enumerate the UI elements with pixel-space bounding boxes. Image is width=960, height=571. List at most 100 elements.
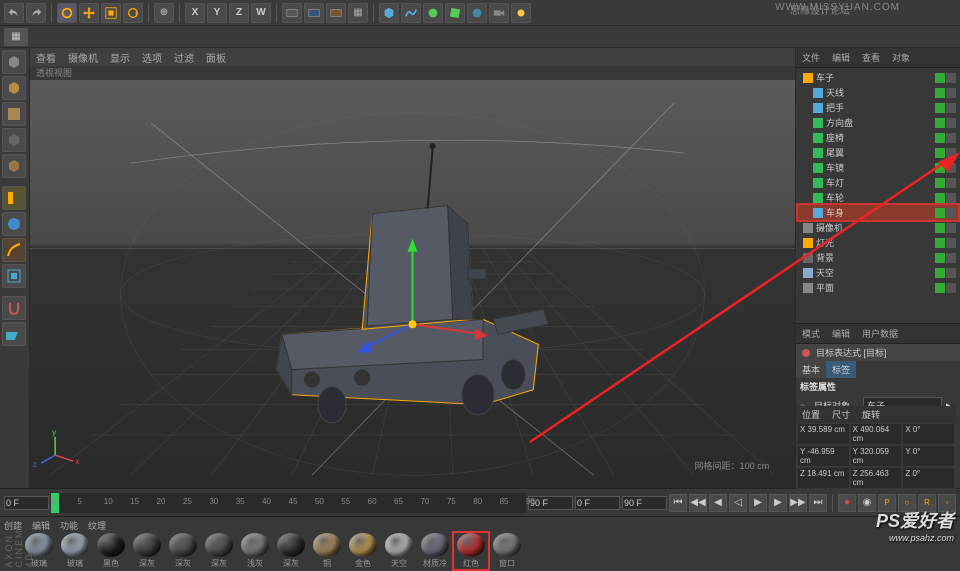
edit-tab[interactable]: 编辑 — [826, 48, 856, 67]
frame-start-input[interactable] — [575, 496, 620, 510]
material-ball[interactable]: 深灰 — [274, 533, 308, 569]
add-environment-button[interactable] — [467, 3, 487, 23]
coord-size-tab[interactable]: 尺寸 — [826, 406, 856, 423]
object-row[interactable]: 平面 — [798, 280, 958, 295]
model-mode-button[interactable] — [2, 76, 26, 100]
object-row[interactable]: 摄像机 — [798, 220, 958, 235]
coord-rot[interactable]: Y 0° — [903, 446, 954, 466]
play-back-button[interactable]: ◁ — [729, 494, 747, 512]
coord-system-button[interactable]: W — [251, 3, 271, 23]
render-region-button[interactable] — [304, 3, 324, 23]
attr-userdata-tab[interactable]: 用户数据 — [856, 324, 904, 343]
add-spline-button[interactable] — [401, 3, 421, 23]
view-menu[interactable]: 查看 — [36, 50, 56, 65]
live-select-button[interactable] — [57, 3, 77, 23]
scale-button[interactable] — [101, 3, 121, 23]
material-ball[interactable]: 金色 — [346, 533, 380, 569]
rotate-button[interactable] — [123, 3, 143, 23]
coord-rot-tab[interactable]: 旋转 — [856, 406, 886, 423]
axis-x-button[interactable]: X — [185, 3, 205, 23]
timeline-ruler[interactable]: 051015202530354045505560657075808590 — [51, 493, 526, 513]
add-generator-button[interactable] — [423, 3, 443, 23]
redo-button[interactable] — [26, 3, 46, 23]
workplane-button[interactable] — [2, 322, 26, 346]
attr-edit-tab[interactable]: 编辑 — [826, 324, 856, 343]
lock-button[interactable]: ⊕ — [154, 3, 174, 23]
material-ball[interactable]: 窗口 — [490, 533, 524, 569]
axis-z-button[interactable]: Z — [229, 3, 249, 23]
mat-function-menu[interactable]: 功能 — [60, 519, 78, 532]
objects-tab[interactable]: 对象 — [886, 48, 916, 67]
layout-button[interactable]: ▦ — [4, 28, 28, 46]
attr-mode-tab[interactable]: 模式 — [796, 324, 826, 343]
options-menu[interactable]: 选项 — [142, 50, 162, 65]
coord-pos[interactable]: Z 18.491 cm — [798, 468, 849, 488]
object-manager[interactable]: 车子 天线 把手 方向盘 座椅 尾翼 车镜 车灯 车轮 车身 摄像机 灯光 — [796, 68, 960, 323]
attr-basic-tab[interactable]: 基本 — [796, 361, 826, 378]
object-row[interactable]: 把手 — [798, 100, 958, 115]
move-button[interactable] — [79, 3, 99, 23]
frame-max-input[interactable] — [622, 496, 667, 510]
next-key-button[interactable]: ▶▶ — [789, 494, 807, 512]
file-tab[interactable]: 文件 — [796, 48, 826, 67]
add-cube-button[interactable] — [379, 3, 399, 23]
material-ball[interactable]: 浅灰 — [238, 533, 272, 569]
material-ball[interactable]: 红色 — [454, 533, 488, 569]
perspective-viewport[interactable]: x y z 网格间距：100 cm — [30, 80, 795, 488]
material-ball[interactable]: 深灰 — [130, 533, 164, 569]
coord-rot[interactable]: X 0° — [903, 424, 954, 444]
object-row[interactable]: 车身 — [798, 205, 958, 220]
add-camera-button[interactable] — [489, 3, 509, 23]
snap-button[interactable] — [2, 296, 26, 320]
axis-y-button[interactable]: Y — [207, 3, 227, 23]
play-button[interactable]: ▶ — [749, 494, 767, 512]
edge-mode-button[interactable] — [2, 212, 26, 236]
object-mode-button[interactable] — [2, 128, 26, 152]
coord-pos[interactable]: X 39.589 cm — [798, 424, 849, 444]
object-row[interactable]: 背景 — [798, 250, 958, 265]
object-row[interactable]: 车轮 — [798, 190, 958, 205]
make-editable-button[interactable] — [2, 50, 26, 74]
object-row[interactable]: 座椅 — [798, 130, 958, 145]
undo-button[interactable] — [4, 3, 24, 23]
goto-end-button[interactable]: ⏭ — [809, 494, 827, 512]
material-ball[interactable]: 天空 — [382, 533, 416, 569]
next-frame-button[interactable]: ▶ — [769, 494, 787, 512]
coord-pos[interactable]: Y -46.959 cm — [798, 446, 849, 466]
object-row[interactable]: 车镜 — [798, 160, 958, 175]
frame-current-input[interactable] — [4, 496, 49, 510]
material-ball[interactable]: 深灰 — [202, 533, 236, 569]
axis-mode-button[interactable] — [2, 154, 26, 178]
panel-menu[interactable]: 面板 — [206, 50, 226, 65]
attr-tag-tab[interactable]: 标签 — [826, 361, 856, 378]
mat-texture-menu[interactable]: 纹理 — [88, 519, 106, 532]
object-row[interactable]: 车灯 — [798, 175, 958, 190]
add-deformer-button[interactable] — [445, 3, 465, 23]
camera-menu[interactable]: 摄像机 — [68, 50, 98, 65]
record-button[interactable]: ● — [838, 494, 856, 512]
coord-size[interactable]: Y 320.059 cm — [851, 446, 902, 466]
texture-mode-button[interactable] — [2, 102, 26, 126]
coord-pos-tab[interactable]: 位置 — [796, 406, 826, 423]
render-settings-button[interactable] — [326, 3, 346, 23]
autokey-button[interactable]: ◉ — [858, 494, 876, 512]
prev-key-button[interactable]: ◀◀ — [689, 494, 707, 512]
render-queue-button[interactable]: ▦ — [348, 3, 368, 23]
goto-start-button[interactable]: ⏮ — [669, 494, 687, 512]
view-tab[interactable]: 查看 — [856, 48, 886, 67]
filter-menu[interactable]: 过滤 — [174, 50, 194, 65]
coord-size[interactable]: X 490.064 cm — [851, 424, 902, 444]
display-menu[interactable]: 显示 — [110, 50, 130, 65]
render-button[interactable] — [282, 3, 302, 23]
coord-size[interactable]: Z 256.463 cm — [851, 468, 902, 488]
material-ball[interactable]: 玻璃 — [58, 533, 92, 569]
object-row[interactable]: 尾翼 — [798, 145, 958, 160]
object-row[interactable]: 天空 — [798, 265, 958, 280]
uv-mode-button[interactable] — [2, 264, 26, 288]
object-row[interactable]: 灯光 — [798, 235, 958, 250]
material-ball[interactable]: 深灰 — [166, 533, 200, 569]
object-row[interactable]: 方向盘 — [798, 115, 958, 130]
material-ball[interactable]: 铜 — [310, 533, 344, 569]
point-mode-button[interactable] — [2, 186, 26, 210]
polygon-mode-button[interactable] — [2, 238, 26, 262]
